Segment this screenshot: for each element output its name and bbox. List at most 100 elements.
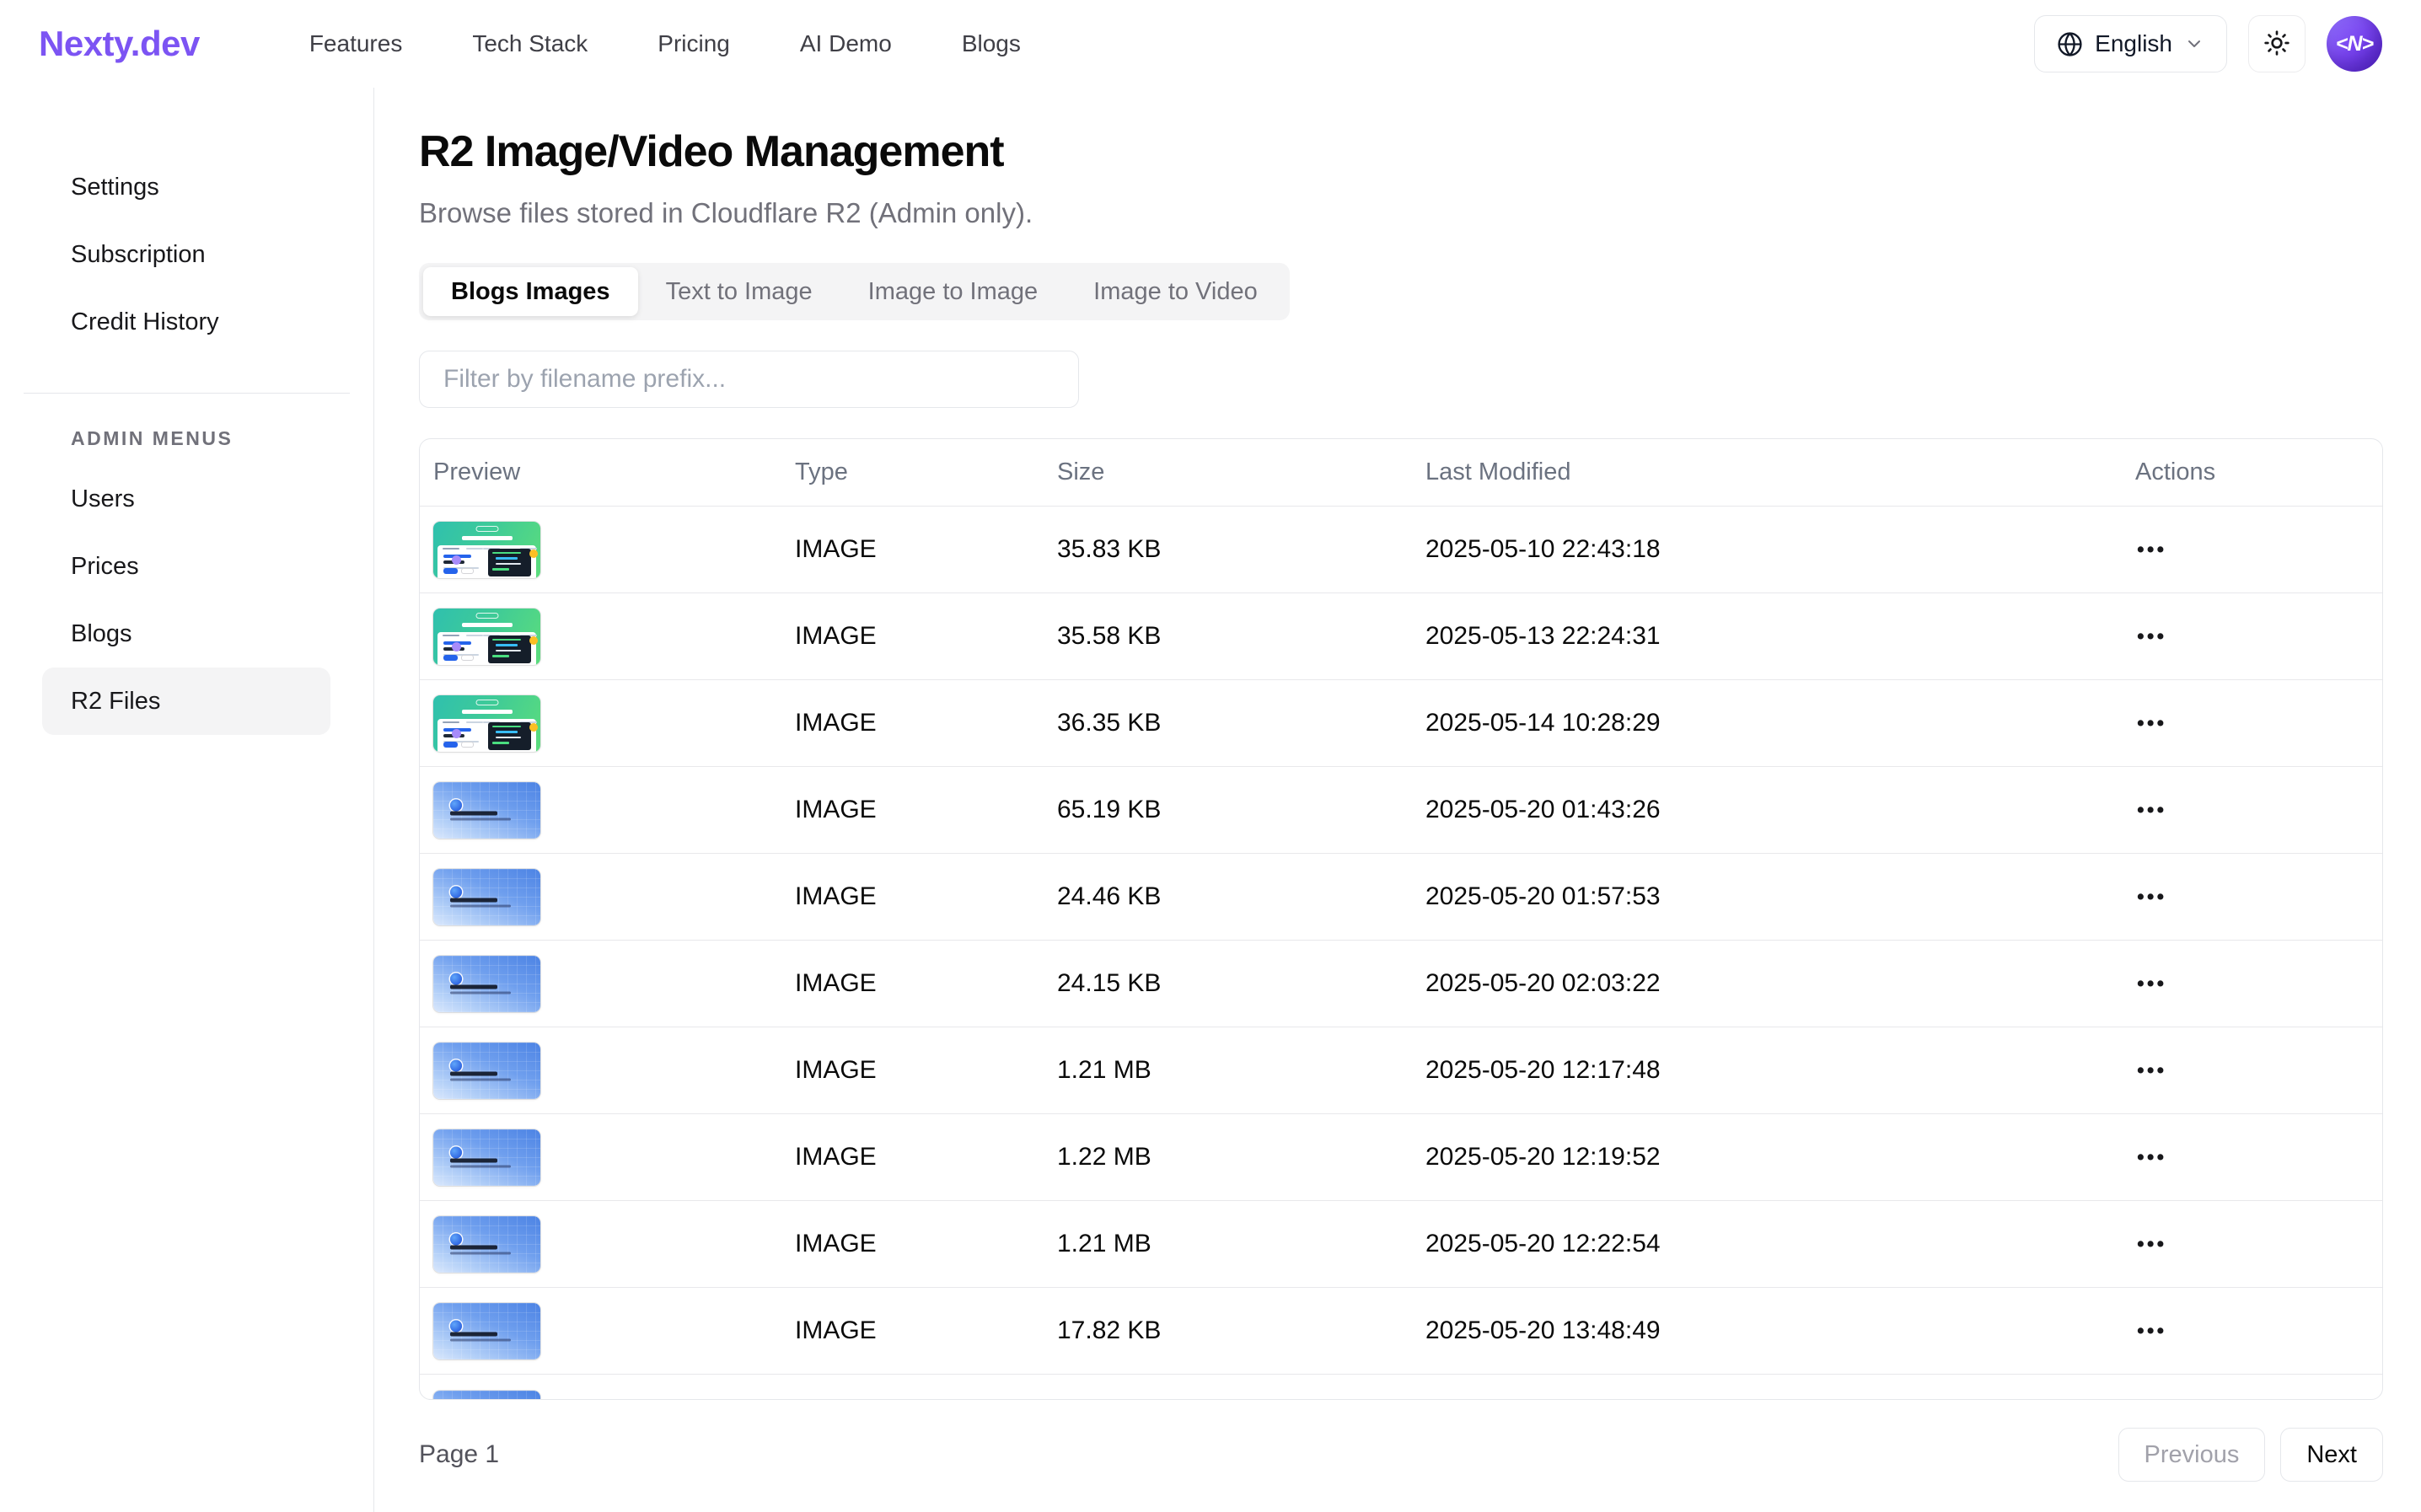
tab-image-to-image[interactable]: Image to Image (840, 267, 1066, 316)
sidebar-item-blogs[interactable]: Blogs (42, 600, 330, 668)
file-thumbnail[interactable] (433, 522, 540, 578)
row-actions-button[interactable]: ••• (2135, 1052, 2171, 1090)
column-header-actions: Actions (2135, 458, 2382, 486)
row-actions-button[interactable]: ••• (2135, 878, 2171, 916)
file-last-modified: 2025-05-20 13:48:49 (1425, 1316, 2135, 1345)
next-page-button[interactable]: Next (2280, 1428, 2383, 1482)
nav-link-blogs[interactable]: Blogs (962, 30, 1021, 57)
table-header-row: PreviewTypeSizeLast ModifiedActions (420, 439, 2382, 506)
file-thumbnail[interactable] (433, 956, 540, 1012)
row-actions-button[interactable]: ••• (2135, 965, 2171, 1003)
main-content: R2 Image/Video Management Browse files s… (374, 88, 2421, 1512)
file-thumbnail[interactable] (433, 1129, 540, 1186)
file-type: IMAGE (795, 709, 1057, 737)
ellipsis-icon: ••• (2137, 972, 2166, 995)
file-thumbnail[interactable] (433, 1043, 540, 1099)
file-type: IMAGE (795, 969, 1057, 998)
table-body: IMAGE 35.83 KB 2025-05-10 22:43:18 ••• I… (420, 506, 2382, 1374)
sidebar-section-label: ADMIN MENUS (71, 427, 373, 450)
table-row: IMAGE 1.21 MB 2025-05-20 12:17:48 ••• (420, 1027, 2382, 1113)
sidebar-item-settings[interactable]: Settings (42, 153, 330, 221)
ellipsis-icon: ••• (2137, 1319, 2166, 1343)
table-cell-preview (433, 522, 795, 578)
file-type: IMAGE (795, 882, 1057, 911)
file-size: 24.15 KB (1057, 969, 1425, 998)
row-actions-button[interactable]: ••• (2135, 705, 2171, 743)
ellipsis-icon: ••• (2137, 798, 2166, 822)
table-cell-preview (433, 1129, 795, 1186)
file-type: IMAGE (795, 622, 1057, 651)
tab-text-to-image[interactable]: Text to Image (638, 267, 840, 316)
row-actions-button[interactable]: ••• (2135, 1225, 2171, 1263)
sidebar-item-r2-files[interactable]: R2 Files (42, 668, 330, 735)
file-size: 35.83 KB (1057, 535, 1425, 564)
file-type: IMAGE (795, 1316, 1057, 1345)
table-row: IMAGE 35.83 KB 2025-05-10 22:43:18 ••• (420, 506, 2382, 592)
tab-blogs-images[interactable]: Blogs Images (423, 267, 638, 316)
theme-toggle-button[interactable] (2248, 15, 2306, 72)
ellipsis-icon: ••• (2137, 1059, 2166, 1082)
table-row-partial (420, 1374, 2382, 1399)
file-thumbnail[interactable] (433, 1391, 540, 1399)
file-thumbnail[interactable] (433, 869, 540, 925)
sidebar-item-prices[interactable]: Prices (42, 533, 330, 600)
table-cell-preview (433, 869, 795, 925)
row-actions-button[interactable]: ••• (2135, 791, 2171, 829)
page-subtitle: Browse files stored in Cloudflare R2 (Ad… (419, 197, 2421, 229)
nav-link-tech-stack[interactable]: Tech Stack (472, 30, 588, 57)
brand-logo[interactable]: Nexty.dev (39, 24, 200, 64)
sidebar-item-users[interactable]: Users (42, 465, 330, 533)
table-cell-preview (433, 782, 795, 839)
files-table: PreviewTypeSizeLast ModifiedActions IMAG… (419, 438, 2383, 1400)
file-last-modified: 2025-05-20 01:43:26 (1425, 796, 2135, 824)
table-row: IMAGE 36.35 KB 2025-05-14 10:28:29 ••• (420, 679, 2382, 766)
file-thumbnail[interactable] (433, 695, 540, 752)
previous-page-button[interactable]: Previous (2118, 1428, 2266, 1482)
table-row: IMAGE 24.46 KB 2025-05-20 01:57:53 ••• (420, 853, 2382, 940)
tab-image-to-video[interactable]: Image to Video (1066, 267, 1286, 316)
row-actions-button[interactable]: ••• (2135, 618, 2171, 656)
nav-link-pricing[interactable]: Pricing (658, 30, 730, 57)
file-last-modified: 2025-05-10 22:43:18 (1425, 535, 2135, 564)
file-last-modified: 2025-05-20 12:19:52 (1425, 1143, 2135, 1172)
main-nav: Features Tech Stack Pricing AI Demo Blogs (309, 30, 1021, 57)
nav-link-ai-demo[interactable]: AI Demo (800, 30, 892, 57)
row-actions-button[interactable]: ••• (2135, 531, 2171, 569)
table-cell-preview (433, 695, 795, 752)
sidebar: SettingsSubscriptionCredit History ADMIN… (0, 88, 374, 1512)
filename-filter-input[interactable] (419, 351, 1079, 408)
ellipsis-icon: ••• (2137, 538, 2166, 561)
table-row: IMAGE 24.15 KB 2025-05-20 02:03:22 ••• (420, 940, 2382, 1027)
file-thumbnail[interactable] (433, 1216, 540, 1273)
column-header-size: Size (1057, 458, 1425, 486)
pagination-bar: Page 1 Previous Next (419, 1428, 2383, 1482)
language-selector[interactable]: English (2034, 15, 2227, 72)
media-source-tabs: Blogs ImagesText to ImageImage to ImageI… (419, 263, 1290, 320)
sun-icon (2263, 29, 2290, 59)
topbar-actions: English <N> (2034, 15, 2382, 72)
sidebar-item-subscription[interactable]: Subscription (42, 221, 330, 288)
file-type: IMAGE (795, 535, 1057, 564)
table-cell-preview (433, 609, 795, 665)
file-type: IMAGE (795, 1143, 1057, 1172)
row-actions-button[interactable]: ••• (2135, 1312, 2171, 1350)
column-header-preview: Preview (433, 458, 795, 486)
page-shell: SettingsSubscriptionCredit History ADMIN… (0, 88, 2421, 1512)
file-thumbnail[interactable] (433, 1303, 540, 1359)
nav-link-features[interactable]: Features (309, 30, 403, 57)
file-thumbnail[interactable] (433, 782, 540, 839)
row-actions-button[interactable]: ••• (2135, 1139, 2171, 1177)
table-row: IMAGE 17.82 KB 2025-05-20 13:48:49 ••• (420, 1287, 2382, 1374)
table-row: IMAGE 35.58 KB 2025-05-13 22:24:31 ••• (420, 592, 2382, 679)
ellipsis-icon: ••• (2137, 711, 2166, 735)
table-cell-preview (433, 1216, 795, 1273)
table-cell-preview (433, 1043, 795, 1099)
user-avatar[interactable]: <N> (2327, 16, 2382, 72)
ellipsis-icon: ••• (2137, 1232, 2166, 1256)
table-cell-preview (433, 1303, 795, 1359)
chevron-down-icon (2184, 34, 2204, 54)
file-size: 1.22 MB (1057, 1143, 1425, 1172)
sidebar-item-credit-history[interactable]: Credit History (42, 288, 330, 356)
file-size: 36.35 KB (1057, 709, 1425, 737)
file-thumbnail[interactable] (433, 609, 540, 665)
